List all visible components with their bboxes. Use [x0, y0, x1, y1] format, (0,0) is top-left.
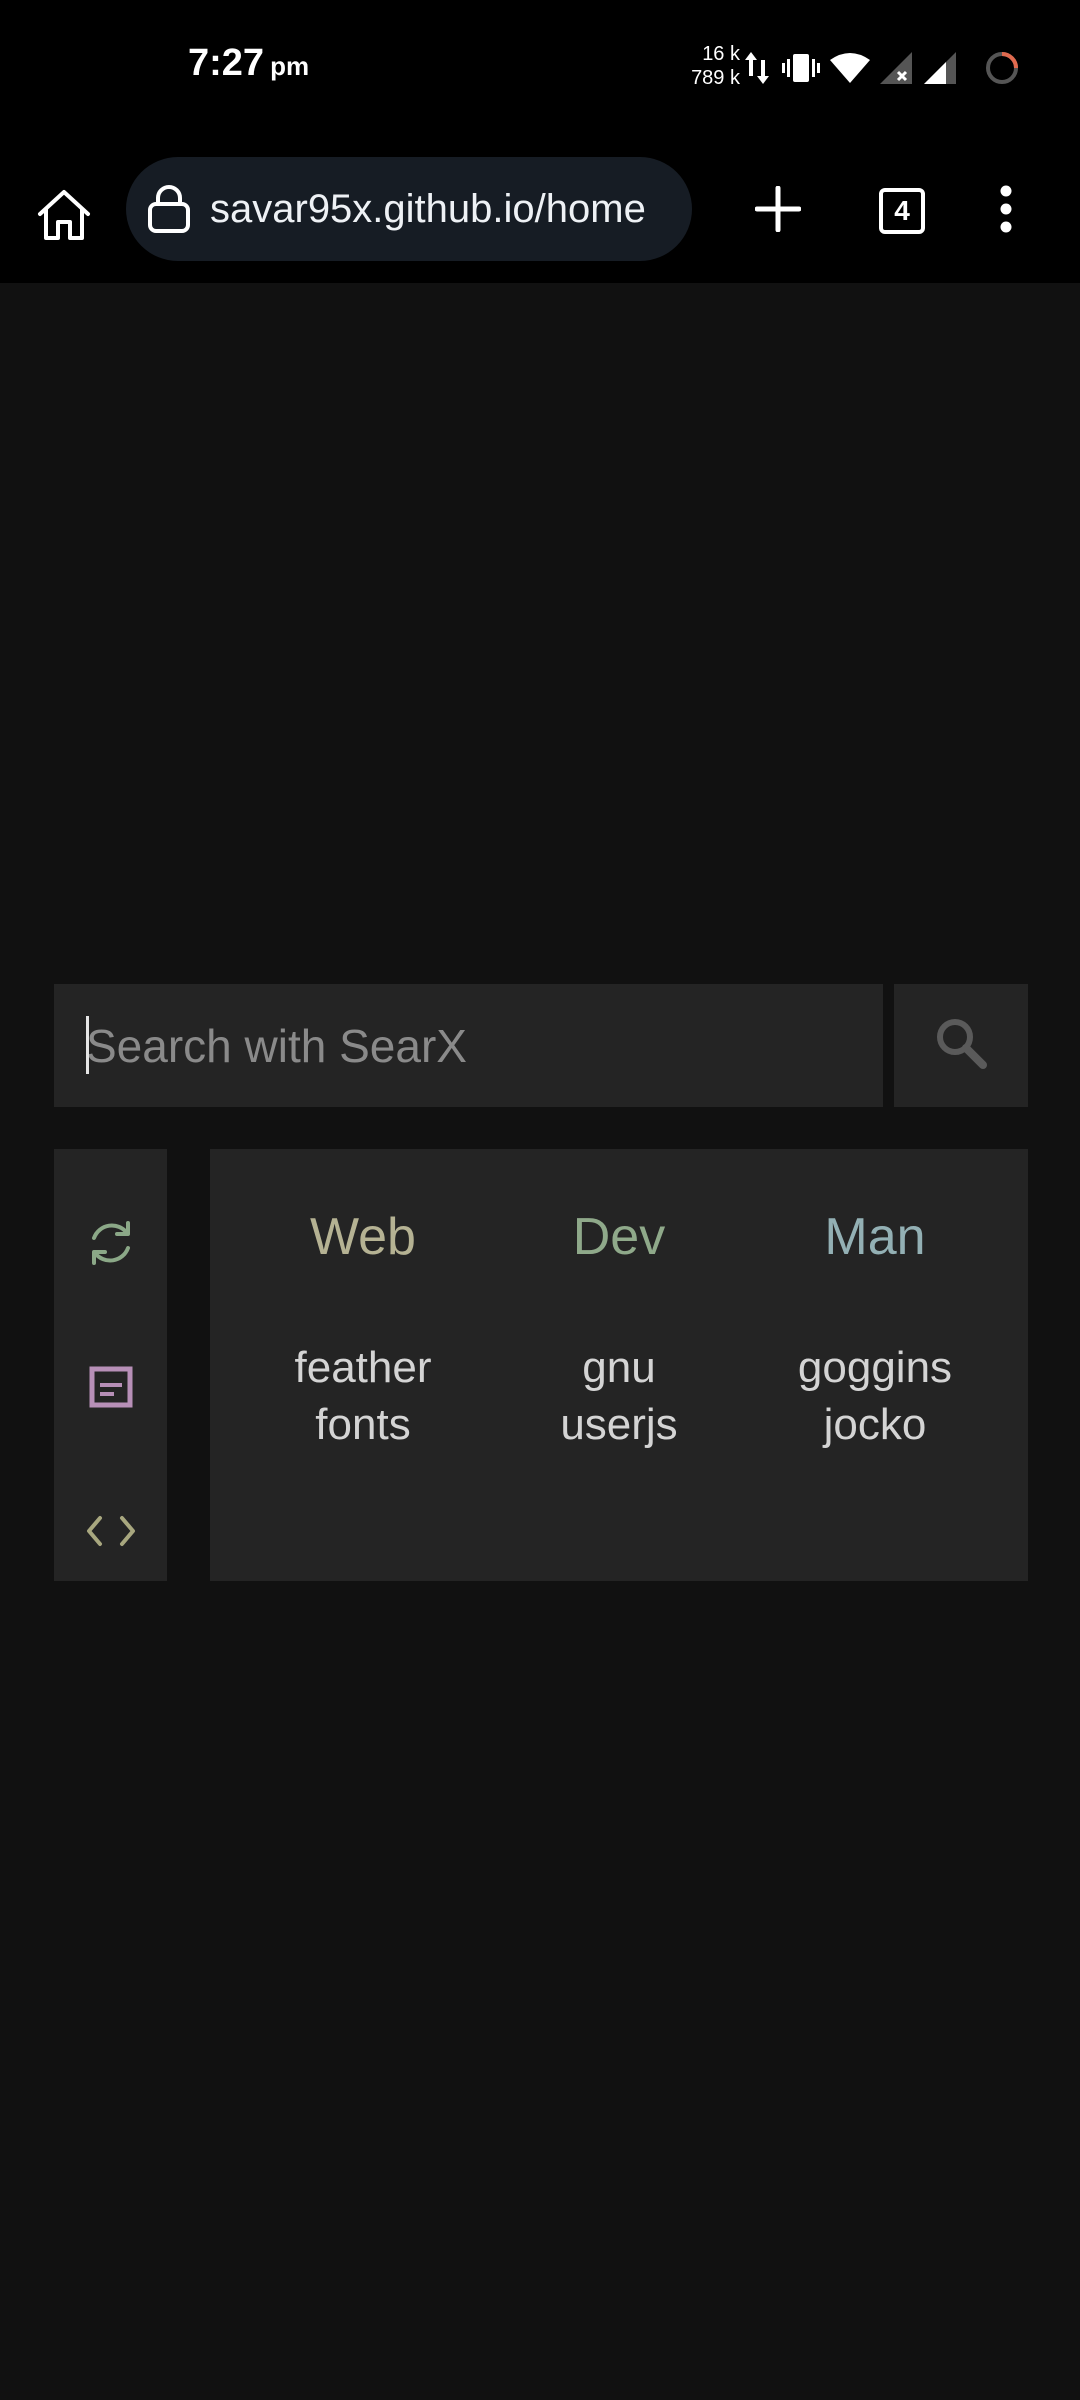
data-transfer-icon	[742, 48, 772, 88]
column-title-web: Web	[310, 1208, 416, 1266]
clock: 7:27 pm	[188, 42, 309, 85]
tab-switcher-icon: 4	[879, 188, 925, 234]
home-button[interactable]	[26, 179, 102, 255]
bookmarks-panel: Web feather fonts Dev gnu userjs Man gog…	[210, 1149, 1028, 1581]
column-title-dev: Dev	[572, 1208, 666, 1266]
plus-icon	[754, 185, 802, 237]
bookmark-link-userjs[interactable]: userjs	[491, 1396, 747, 1453]
bookmark-link-jocko[interactable]: jocko	[747, 1396, 1003, 1453]
url-text: savar95x.github.io/home	[210, 186, 646, 231]
clock-time: 7:27	[188, 42, 265, 84]
search-input[interactable]	[54, 984, 883, 1107]
overflow-menu-icon	[999, 185, 1013, 238]
tab-count: 4	[894, 195, 910, 226]
vibrate-icon	[782, 51, 820, 85]
network-speed: 16 k 789 k	[684, 42, 740, 90]
refresh-button[interactable]	[54, 1205, 167, 1285]
column-title-man: Man	[824, 1208, 926, 1266]
code-button[interactable]	[54, 1493, 167, 1573]
status-icons	[742, 48, 1020, 88]
loading-ring-icon	[984, 50, 1020, 86]
net-upload-speed: 16 k	[702, 43, 740, 65]
address-bar[interactable]: savar95x.github.io/home	[126, 157, 692, 261]
notes-icon	[89, 1366, 133, 1413]
search-button[interactable]	[894, 984, 1028, 1107]
clock-ampm: pm	[270, 51, 310, 81]
wifi-icon	[830, 52, 870, 84]
side-panel	[54, 1149, 167, 1581]
browser-toolbar: savar95x.github.io/home 4	[0, 135, 1080, 283]
signal-icon	[924, 52, 958, 84]
status-bar: 7:27 pm 16 k 789 k	[0, 0, 1080, 135]
bookmark-link-feather[interactable]: feather	[235, 1339, 491, 1396]
new-tab-button[interactable]	[740, 173, 816, 249]
overflow-menu-button[interactable]	[968, 173, 1044, 249]
bookmark-link-gnu[interactable]: gnu	[491, 1339, 747, 1396]
tab-switcher-button[interactable]: 4	[864, 173, 940, 249]
bookmark-link-goggins[interactable]: goggins	[747, 1339, 1003, 1396]
notes-button[interactable]	[54, 1349, 167, 1429]
signal-no-service-icon	[880, 52, 914, 84]
page-content: Web feather fonts Dev gnu userjs Man gog…	[0, 283, 1080, 2400]
bookmark-link-fonts[interactable]: fonts	[235, 1396, 491, 1453]
code-icon	[86, 1514, 136, 1553]
net-download-speed: 789 k	[691, 67, 740, 89]
home-icon	[36, 188, 92, 247]
refresh-icon	[88, 1218, 134, 1273]
lock-icon	[146, 184, 192, 234]
search-icon	[933, 1015, 989, 1076]
text-cursor	[86, 1016, 89, 1074]
